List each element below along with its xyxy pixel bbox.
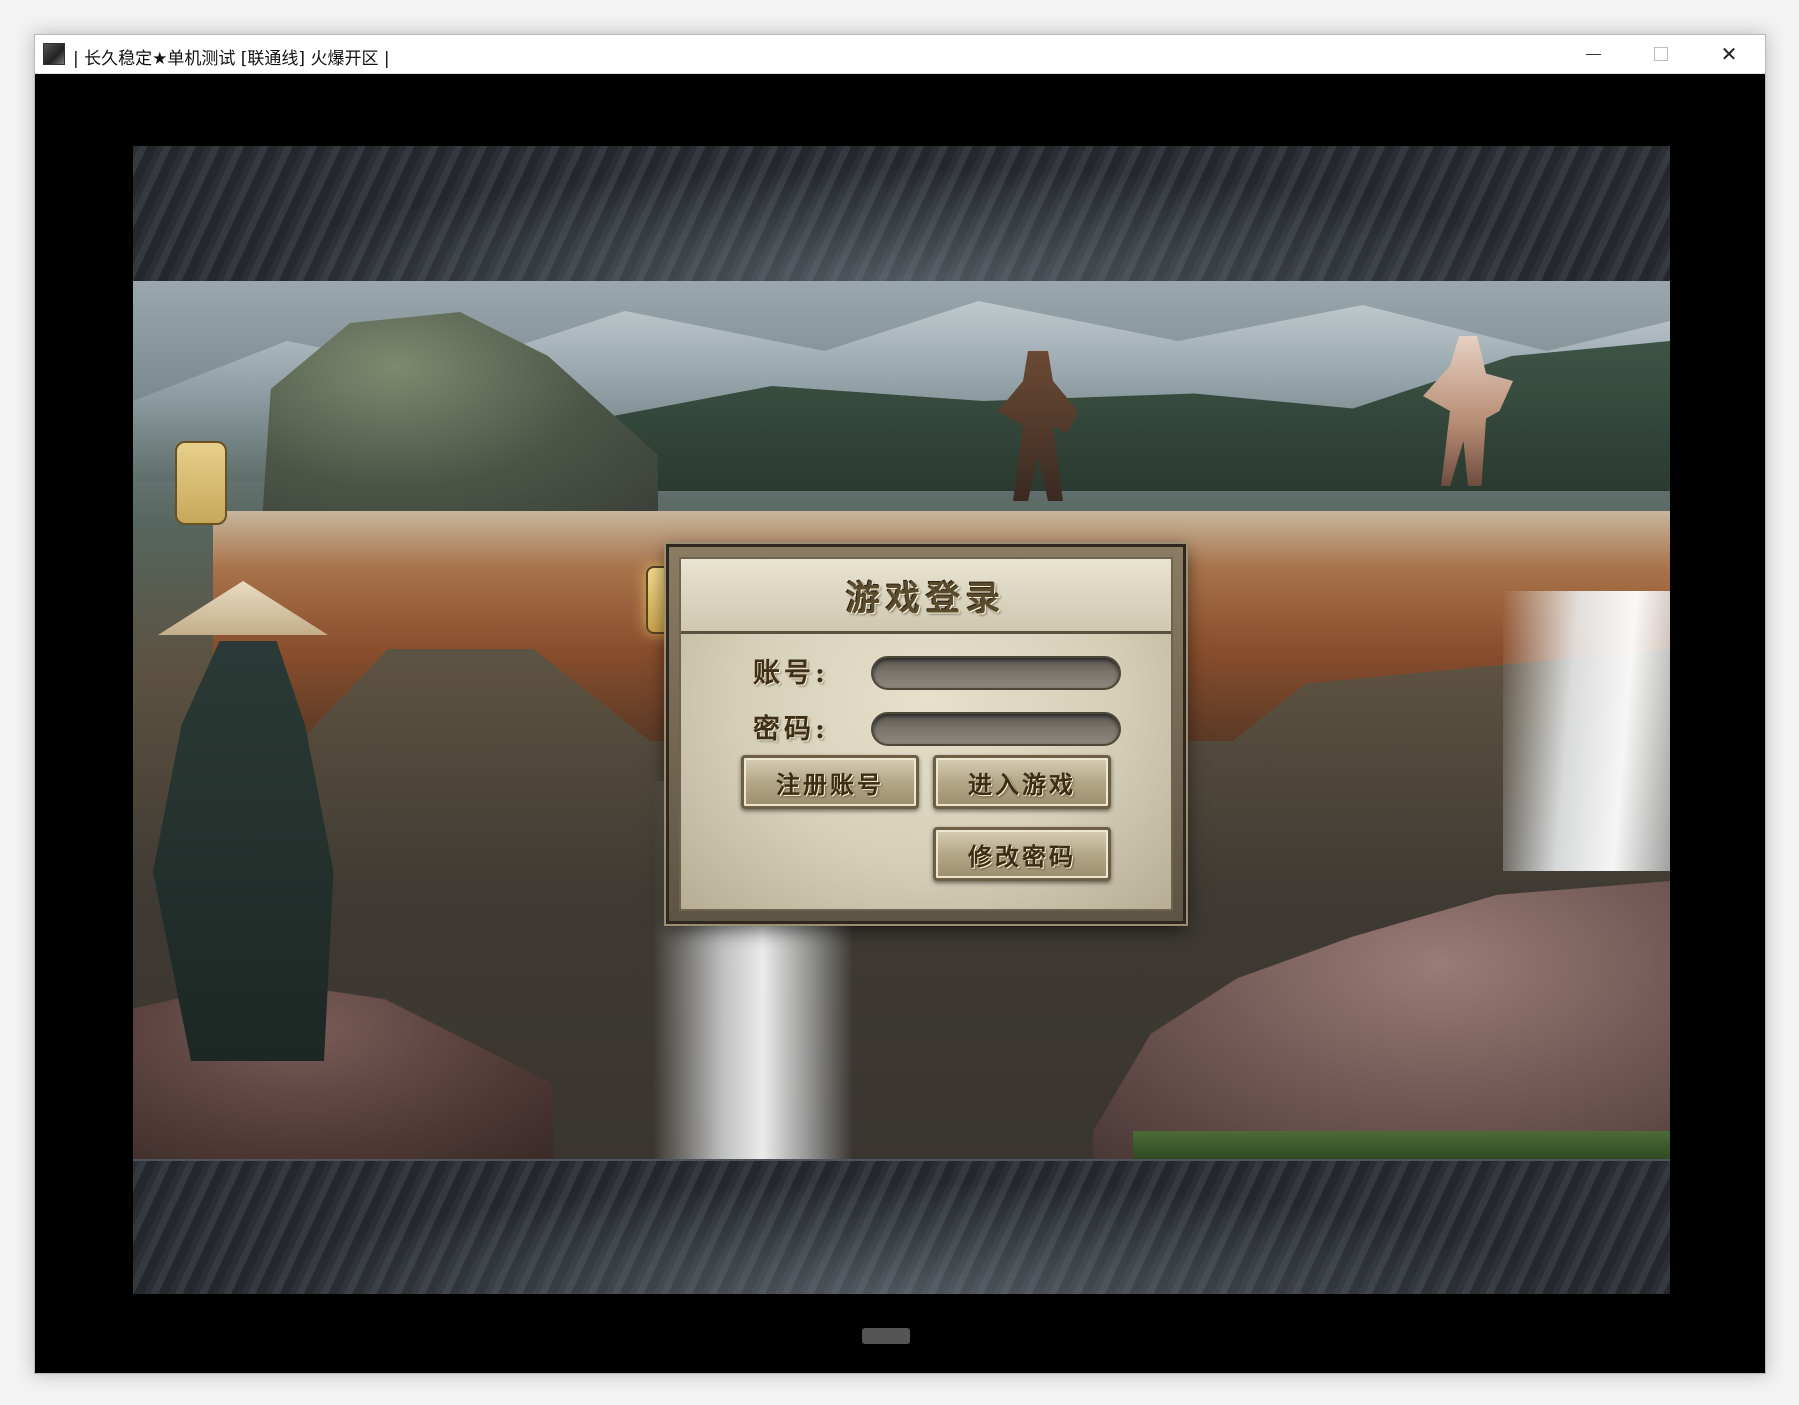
paper-lantern-icon xyxy=(175,441,227,525)
maximize-icon xyxy=(1654,47,1668,61)
login-header: 游戏登录 xyxy=(681,559,1171,634)
login-panel-body: 游戏登录 账号: 密码: 注册账号 进入游戏 修改密码 xyxy=(679,557,1173,911)
window-title: | 长久稳定★单机测试 [联通线] 火爆开区 | xyxy=(73,49,390,69)
enter-game-button[interactable]: 进入游戏 xyxy=(933,755,1111,809)
password-input[interactable] xyxy=(871,712,1121,746)
taskbar-thumbnail xyxy=(862,1328,910,1344)
close-icon: ✕ xyxy=(1720,42,1738,66)
password-label: 密码: xyxy=(753,714,829,745)
register-button[interactable]: 注册账号 xyxy=(741,755,919,809)
stone-frame-top xyxy=(133,146,1670,283)
minimize-icon xyxy=(1585,53,1601,55)
app-icon xyxy=(43,43,65,65)
waterfall-right xyxy=(1503,591,1670,871)
account-label: 账号: xyxy=(753,658,829,689)
close-button[interactable]: ✕ xyxy=(1695,35,1763,73)
change-password-button[interactable]: 修改密码 xyxy=(933,827,1111,881)
maximize-button xyxy=(1627,35,1695,73)
stone-frame-bottom xyxy=(133,1159,1670,1294)
game-viewport: 游戏登录 账号: 密码: 注册账号 进入游戏 修改密码 xyxy=(133,146,1670,1294)
title-bar[interactable]: | 长久稳定★单机测试 [联通线] 火爆开区 | ✕ xyxy=(35,35,1765,74)
game-window: | 长久稳定★单机测试 [联通线] 火爆开区 | ✕ 游戏登录 账号: 密码: … xyxy=(34,34,1766,1374)
login-panel: 游戏登录 账号: 密码: 注册账号 进入游戏 修改密码 xyxy=(666,544,1186,924)
minimize-button[interactable] xyxy=(1559,35,1627,73)
account-input[interactable] xyxy=(871,656,1121,690)
grass-patch xyxy=(1133,1131,1670,1159)
login-title: 游戏登录 xyxy=(846,578,1006,619)
